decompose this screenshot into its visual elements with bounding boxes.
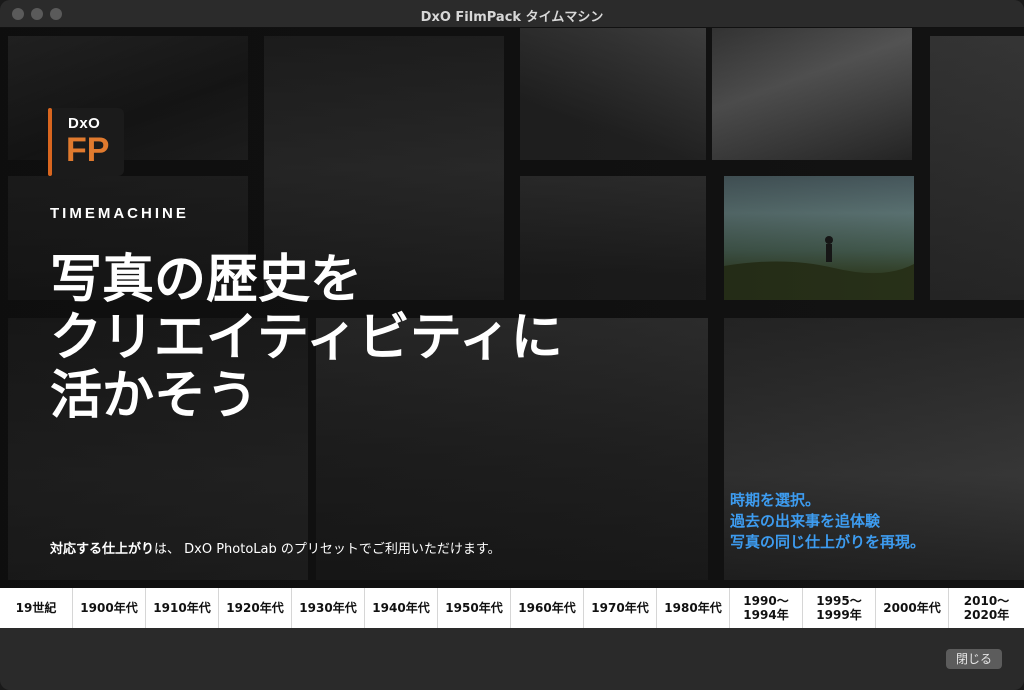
section-label: TIMEMACHINE — [50, 205, 189, 222]
preset-note-text: は、 DxO PhotoLab のプリセットでご利用いただけます。 — [154, 542, 501, 557]
era-button[interactable]: 1995～ 1999年 — [803, 588, 876, 628]
logo-accent-bar — [48, 108, 52, 176]
logo-product-text: FP — [66, 131, 110, 169]
dxo-fp-logo: DxO FP — [48, 108, 124, 176]
era-button[interactable]: 1910年代 — [146, 588, 219, 628]
app-window: DxO FilmPack タイムマシン DxO FP TIMEMACHINE 写 — [0, 0, 1024, 690]
headline-line: クリエイティビティに — [50, 308, 563, 368]
logo-brand-text: DxO — [68, 115, 101, 132]
title-bar: DxO FilmPack タイムマシン — [0, 0, 1024, 28]
era-button[interactable]: 1960年代 — [511, 588, 584, 628]
era-button[interactable]: 2000年代 — [876, 588, 949, 628]
era-timeline: 19世紀 1900年代 1910年代 1920年代 1930年代 1940年代 1950年代… — [0, 588, 1024, 628]
era-button[interactable]: 1900年代 — [73, 588, 146, 628]
era-button[interactable]: 1920年代 — [219, 588, 292, 628]
window-title: DxO FilmPack タイムマシン — [420, 10, 604, 25]
promo-line: 過去の出来事を追体験 — [730, 512, 881, 530]
preset-note: 対応する仕上がりは、 DxO PhotoLab のプリセットでご利用いただけます… — [50, 538, 501, 557]
era-button[interactable]: 1970年代 — [584, 588, 657, 628]
era-button[interactable]: 19世紀 — [0, 588, 73, 628]
hero-headline: 写真の歴史を クリエイティビティに 活かそう — [50, 251, 690, 425]
era-button[interactable]: 1950年代 — [438, 588, 511, 628]
promo-line: 写真の同じ仕上がりを再現。 — [730, 533, 926, 551]
era-button[interactable]: 1930年代 — [292, 588, 365, 628]
era-button[interactable]: 1990～ 1994年 — [730, 588, 803, 628]
era-button[interactable]: 1980年代 — [657, 588, 730, 628]
preset-note-bold: 対応する仕上がり — [50, 542, 155, 557]
headline-line: 活かそう — [50, 366, 259, 426]
promo-text: 時期を選択。 過去の出来事を追体験 写真の同じ仕上がりを再現。 — [730, 490, 925, 553]
promo-line: 時期を選択。 — [730, 491, 821, 509]
close-button[interactable]: 閉じる — [946, 649, 1002, 669]
era-button[interactable]: 2010～ 2020年 — [949, 588, 1024, 628]
era-button[interactable]: 1940年代 — [365, 588, 438, 628]
headline-line: 写真の歴史を — [50, 250, 363, 310]
hero-banner: DxO FP TIMEMACHINE 写真の歴史を クリエイティビティに 活かそ… — [0, 28, 1024, 588]
footer-bar: 閉じる — [0, 628, 1024, 690]
